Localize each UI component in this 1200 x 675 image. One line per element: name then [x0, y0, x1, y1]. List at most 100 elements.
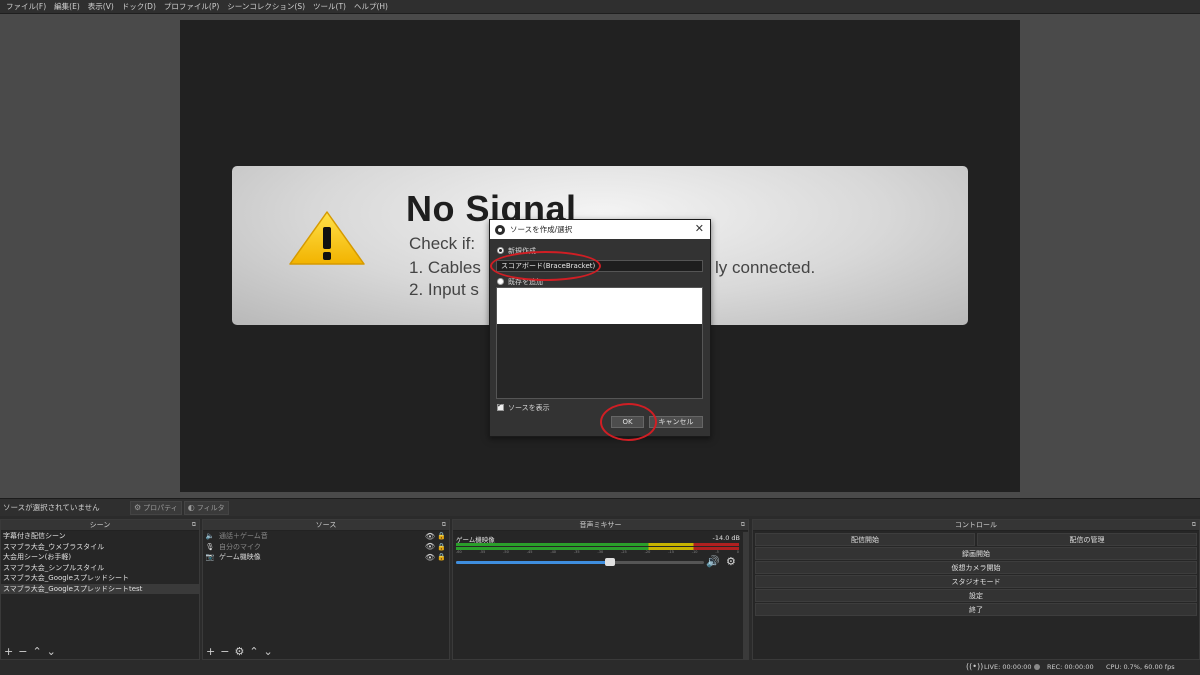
properties-button[interactable]: ⚙ プロパティ	[130, 500, 182, 515]
exit-button[interactable]: 終了	[755, 603, 1197, 616]
move-up-icon[interactable]: ⌃	[249, 646, 258, 657]
float-icon[interactable]: ⧉	[1192, 521, 1196, 529]
camera-icon: 📷	[205, 553, 215, 562]
table-row[interactable]: 📷 ゲーム機映像 👁 🔒	[203, 552, 449, 563]
menu-tools[interactable]: ツール(T)	[311, 1, 352, 12]
eye-icon[interactable]: 👁	[425, 553, 435, 562]
move-up-icon[interactable]: ⌃	[32, 646, 41, 657]
gear-icon[interactable]: ⚙	[726, 555, 736, 568]
remove-icon[interactable]: −	[18, 646, 27, 657]
meter-tick-label: -20	[644, 550, 651, 554]
dialog-title: ソースを作成/選択	[510, 225, 573, 234]
move-down-icon[interactable]: ⌄	[264, 646, 273, 657]
scenes-header: シーン ⧉	[1, 520, 199, 531]
slider-fill	[456, 561, 610, 564]
obs-logo-icon	[495, 224, 505, 235]
status-bar: ((•)) LIVE: 00:00:00 REC: 00:00:00 CPU: …	[0, 660, 1200, 675]
scenes-title: シーン	[89, 521, 111, 529]
live-timer: LIVE: 00:00:00	[984, 663, 1032, 671]
menu-scene-collection[interactable]: シーンコレクション(S)	[225, 1, 311, 12]
audio-mixer-dock: 音声ミキサー ⧉ ゲーム機映像 -14.0 dB -60 -55 -50 -45 -40-…	[452, 519, 749, 660]
connected-text: ly connected.	[715, 258, 816, 277]
rec-timer: REC: 00:00:00	[1047, 663, 1094, 671]
source-name: ゲーム機映像	[219, 553, 261, 562]
list-item[interactable]: 字幕付き配信シーン	[1, 531, 199, 542]
scrollbar[interactable]	[743, 532, 748, 659]
mixer-db-readout: -14.0 dB	[712, 534, 740, 542]
meter-tick-label: -30	[597, 550, 604, 554]
menu-view[interactable]: 表示(V)	[86, 1, 120, 12]
list-item[interactable]: 大会用シーン(お手軽)	[1, 552, 199, 563]
virtual-camera-button[interactable]: 仮想カメラ開始	[755, 561, 1197, 574]
meter-tick-label: -25	[621, 550, 627, 554]
menu-dock[interactable]: ドック(D)	[120, 1, 162, 12]
show-source-checkbox[interactable]	[497, 401, 504, 411]
meter-scale: -60 -55 -50 -45 -40 -35 -30 -25 -20 -15 -10 -5 0	[456, 550, 739, 555]
remove-icon[interactable]: −	[220, 646, 229, 657]
table-row[interactable]: 🎙 自分のマイク 👁 🔒	[203, 542, 449, 553]
filter-icon: ◐	[187, 503, 195, 512]
mixer-header: 音声ミキサー ⧉	[453, 520, 748, 531]
speaker-icon[interactable]: 🔊	[706, 555, 720, 568]
meter-tick-label: -10	[691, 550, 698, 554]
meter-tick-label: -60	[456, 550, 462, 554]
gear-icon[interactable]: ⚙	[234, 646, 244, 657]
list-item[interactable]: スマブラ大会_ウメブラスタイル	[1, 542, 199, 553]
source-toolbar: ソースが選択されていません ⚙ プロパティ ◐ フィルタ	[0, 498, 1200, 516]
existing-source-list[interactable]	[496, 287, 703, 399]
list-item[interactable]: スマブラ大会_Googleスプレッドシート	[1, 573, 199, 584]
studio-mode-button[interactable]: スタジオモード	[755, 575, 1197, 588]
dialog-titlebar[interactable]: ソースを作成/選択 ✕	[490, 220, 710, 239]
highlight-ring-input	[490, 251, 601, 281]
filters-label: フィルタ	[196, 503, 225, 512]
filters-button[interactable]: ◐ フィルタ	[183, 500, 229, 515]
check-if-text: Check if:	[409, 234, 476, 253]
show-source-label: ソースを表示	[508, 404, 550, 412]
highlight-ring-ok	[600, 403, 657, 441]
meter-tick-label: 0	[736, 550, 739, 554]
meter-tick-label: -40	[550, 550, 557, 554]
list-item[interactable]	[497, 288, 702, 324]
volume-meter	[456, 543, 739, 546]
table-row[interactable]: 🔈 通話＋ゲーム音 👁 🔒	[203, 531, 449, 542]
radio-add-existing[interactable]	[497, 278, 504, 285]
volume-slider[interactable]	[456, 558, 704, 566]
list-item[interactable]: スマブラ大会_Googleスプレッドシートtest	[1, 583, 199, 594]
eye-icon[interactable]: 👁	[425, 532, 435, 541]
manage-stream-button[interactable]: 配信の管理	[977, 533, 1197, 546]
meter-tick-label: -45	[526, 550, 533, 554]
cancel-button[interactable]: キャンセル	[649, 416, 703, 428]
sources-header: ソース ⧉	[203, 520, 449, 531]
no-source-selected-text: ソースが選択されていません	[3, 503, 100, 512]
float-icon[interactable]: ⧉	[442, 521, 446, 529]
sources-dock: ソース ⧉ 🔈 通話＋ゲーム音 👁 🔒 🎙 自分のマイク 👁 🔒 📷 ゲーム機映像…	[202, 519, 450, 660]
menu-profile[interactable]: プロファイル(P)	[162, 1, 225, 12]
meter-tick-label: -35	[573, 550, 580, 554]
lock-icon[interactable]: 🔒	[437, 532, 446, 540]
controls-header: コントロール ⧉	[753, 520, 1199, 531]
sources-title: ソース	[315, 521, 337, 529]
lock-icon[interactable]: 🔒	[437, 553, 446, 561]
menu-bar: ファイル(F) 編集(E) 表示(V) ドック(D) プロファイル(P) シーン…	[0, 0, 1200, 14]
lock-icon[interactable]: 🔒	[437, 543, 446, 551]
meter-tick-label: -50	[503, 550, 509, 554]
eye-icon[interactable]: 👁	[425, 542, 435, 551]
menu-edit[interactable]: 編集(E)	[52, 1, 86, 12]
list-item[interactable]: スマブラ大会_シンプルスタイル	[1, 563, 199, 574]
properties-label: プロパティ	[143, 503, 178, 512]
add-icon[interactable]: +	[206, 646, 215, 657]
settings-button[interactable]: 設定	[755, 589, 1197, 602]
float-icon[interactable]: ⧉	[741, 521, 745, 529]
source-name: 通話＋ゲーム音	[219, 532, 268, 541]
radio-create-new[interactable]	[497, 247, 504, 254]
slider-handle[interactable]	[604, 558, 615, 566]
start-recording-button[interactable]: 録画開始	[755, 547, 1197, 560]
add-icon[interactable]: +	[4, 646, 13, 657]
close-icon[interactable]: ✕	[695, 222, 704, 235]
start-stream-button[interactable]: 配信開始	[755, 533, 975, 546]
menu-file[interactable]: ファイル(F)	[4, 1, 52, 12]
move-down-icon[interactable]: ⌄	[47, 646, 56, 657]
menu-help[interactable]: ヘルプ(H)	[352, 1, 394, 12]
input-text: 2. Input s	[409, 280, 479, 299]
float-icon[interactable]: ⧉	[192, 521, 196, 529]
